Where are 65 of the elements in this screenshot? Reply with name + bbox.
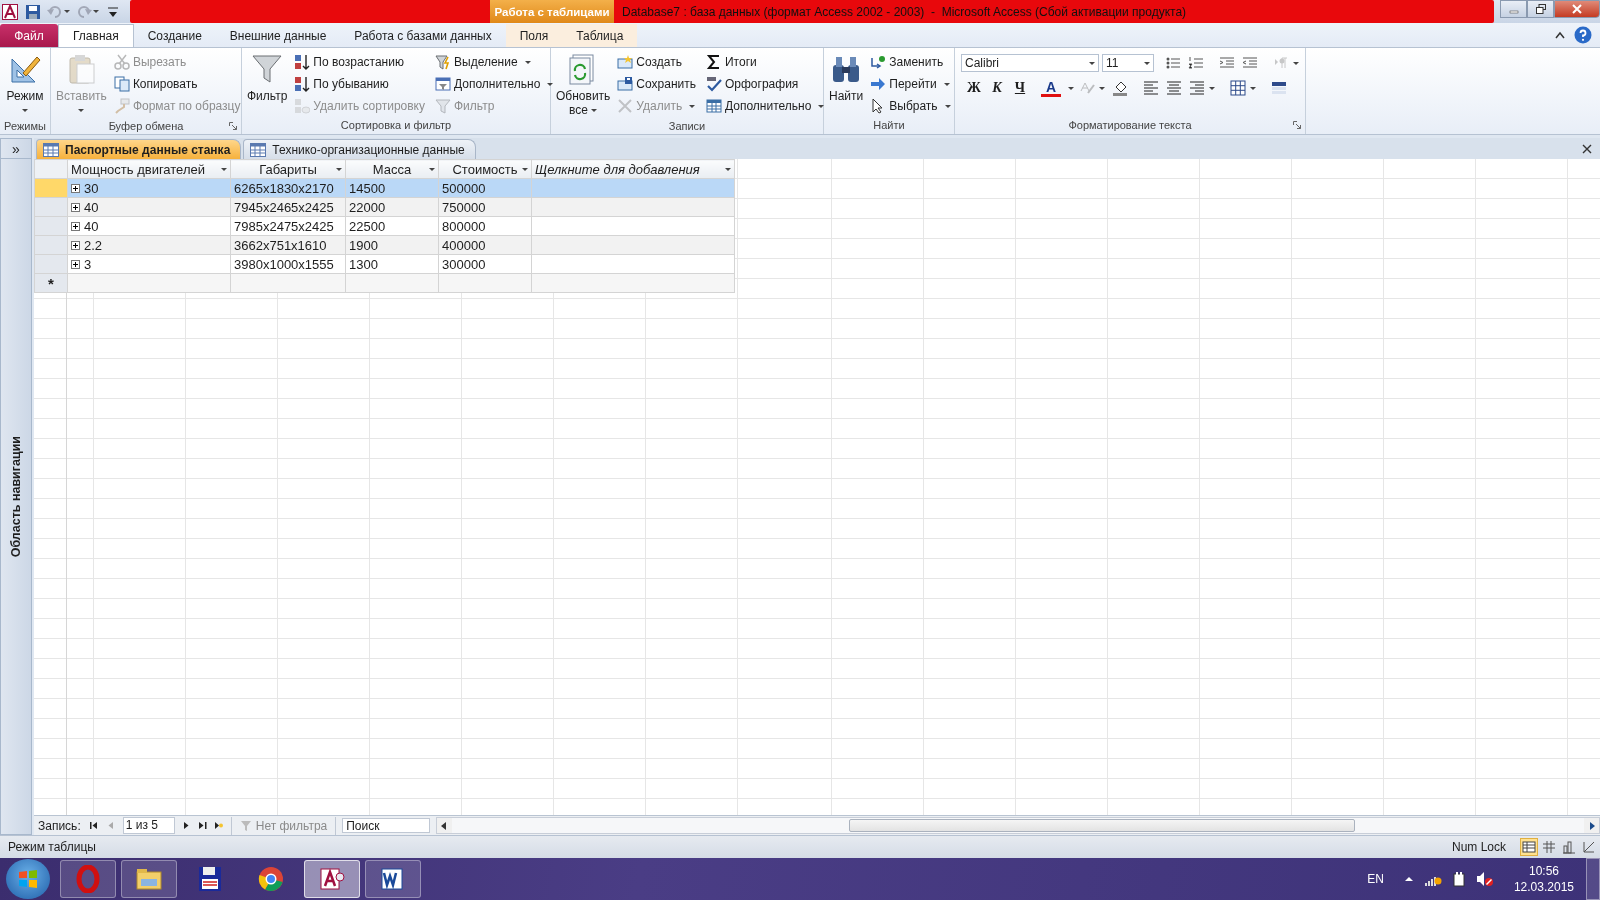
group-label: Сортировка и фильтр [340,119,452,131]
ribbon-button[interactable]: Сохранить [615,73,698,95]
search-field[interactable]: Поиск [342,818,431,833]
table-cell: 7985x2475x2425 [230,216,346,236]
ribbon-button[interactable]: Найти [826,51,867,105]
column-header[interactable]: Габариты [230,159,346,179]
ribbon-button[interactable]: По убыванию [292,73,427,95]
ribbon-button[interactable]: Обновить все [553,51,614,119]
ribbon-button[interactable]: Создать [615,51,698,73]
column-header[interactable]: Мощность двигателей [67,159,231,179]
ribbon-button[interactable]: Выбрать [868,95,953,117]
clock-date: 12.03.2015 [1513,879,1574,895]
ribbon-button[interactable]: Итоги [704,51,827,73]
bold-button[interactable]: Ж [964,78,984,98]
ribbon-tab[interactable]: Работа с базами данных [340,24,506,47]
table-cell: 1300 [345,254,439,274]
table-cell: 22500 [345,216,439,236]
group-label: Найти [873,119,905,131]
language-indicator[interactable]: EN [1367,872,1384,886]
ribbon-button[interactable]: Перейти [868,73,953,95]
context-tab-label: Работа с таблицами [490,0,614,23]
ribbon-button[interactable]: Копировать [111,73,243,95]
column-header[interactable]: Стоимость [438,159,532,179]
ribbon-button[interactable]: Выделение [433,51,556,73]
table-cell: 300000 [438,254,532,274]
ribbon-tab[interactable]: Таблица [562,24,638,47]
ribbon-button[interactable]: Режим [2,51,48,119]
column-header[interactable]: Масса [345,159,439,179]
clock[interactable]: 10:56 12.03.2015 [1513,863,1574,895]
ribbon-tab[interactable]: Файл [0,24,58,47]
table-cell: 40 [67,216,231,236]
navigation-pane-title[interactable]: Область навигации [9,435,23,558]
font-color-button[interactable]: A [1041,79,1061,97]
font-size-field[interactable]: 11 [1102,54,1154,72]
font-name-field[interactable]: Calibri [961,54,1099,72]
clock-time: 10:56 [1528,863,1559,879]
italic-button[interactable]: К [987,78,1007,98]
group-label: Форматирование текста [1068,119,1192,131]
status-text: Режим таблицы [8,840,96,854]
ribbon-button[interactable]: Заменить [868,51,953,73]
ribbon-button[interactable]: Дополнительно [704,95,827,117]
expand-pane-button[interactable]: » [1,139,31,159]
group-label: Записи [668,119,706,132]
ribbon-tab[interactable]: Главная [58,24,134,47]
new-record-marker: * [48,274,54,292]
table-cell: 800000 [438,216,532,236]
underline-button[interactable]: Ч [1010,78,1030,98]
document-tab[interactable]: Паспортные данные станка [36,139,242,159]
ribbon-button[interactable]: Дополнительно [433,73,556,95]
record-number-field[interactable]: 1 из 5 [122,817,175,834]
window-title: Database7 : база данных (формат Access 2002 - 2003) - Microsoft Access (Сбой активации продукта) [622,3,1187,21]
group-label: Буфер обмена [108,119,184,132]
status-indicator: Num Lock [1451,840,1506,854]
ribbon-tab[interactable]: Создание [133,24,216,47]
column-header[interactable]: Щелкните для добавления [531,159,735,179]
record-label: Запись: [38,818,81,833]
ribbon-button[interactable]: Фильтр [244,51,291,105]
ribbon-button[interactable]: Орфография [704,73,827,95]
ribbon-button[interactable]: По возрастанию [292,51,427,73]
ribbon-tab[interactable]: Внешние данные [215,24,341,47]
table-cell: 3 [67,254,231,274]
table-cell: 3980x1000x1555 [230,254,346,274]
group-label: Режимы [4,119,46,132]
ribbon-tab[interactable]: Поля [505,24,563,47]
document-tab[interactable]: Технико-организационные данные [243,139,476,159]
